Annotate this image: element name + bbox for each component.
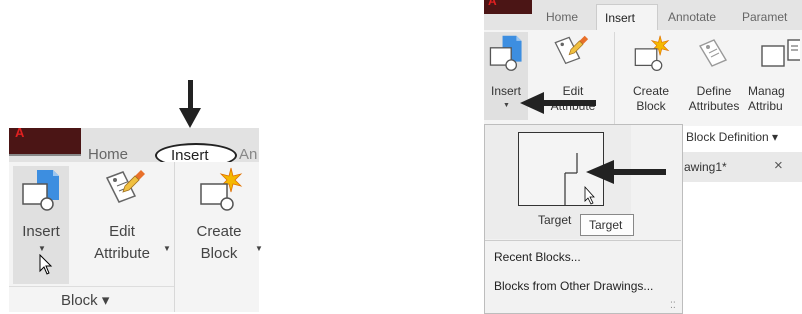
manage-attributes-label-line1: Manag <box>748 84 785 98</box>
block-definition-panel-title[interactable]: Block Definition ▾ <box>686 130 778 144</box>
tab-insert[interactable]: Insert <box>596 4 658 30</box>
chevron-down-icon: ▼ <box>163 244 171 253</box>
tooltip-text: Target <box>589 218 623 232</box>
tab-parametric[interactable]: Paramet <box>742 10 787 24</box>
annotation-left-arrow-icon <box>520 92 596 114</box>
chevron-down-icon: ▼ <box>255 244 263 253</box>
define-attributes-label-line1: Define <box>696 84 732 98</box>
application-menu-button[interactable]: A <box>9 125 81 156</box>
define-attributes-label-line2: Attributes <box>688 99 740 113</box>
tab-home[interactable]: Home <box>546 10 578 24</box>
block-thumbnail-label: Target <box>538 213 572 227</box>
create-block-label-line2: Block <box>200 245 238 262</box>
close-icon[interactable]: × <box>774 157 783 174</box>
insert-block-icon <box>489 35 522 71</box>
chevron-down-icon: ▼ <box>38 244 46 253</box>
application-menu-button[interactable]: A <box>484 0 532 14</box>
define-attributes-button[interactable]: Define Attributes <box>684 32 744 120</box>
annotation-down-arrow-icon <box>179 80 201 128</box>
create-block-icon <box>200 167 243 211</box>
insert-label: Insert <box>22 223 60 240</box>
insert-block-icon <box>22 170 59 211</box>
manage-attributes-label-line2: Attribu <box>748 99 783 113</box>
create-block-icon <box>634 35 670 71</box>
block-panel-title-label: Block ▾ <box>61 292 110 309</box>
manage-attributes-icon <box>761 39 800 67</box>
menu-item-recent-blocks[interactable]: Recent Blocks... <box>494 250 581 264</box>
tab-annotate[interactable]: An <box>239 146 257 163</box>
panel-separator <box>174 162 175 312</box>
drawing-tab-label: awing1* <box>684 160 727 174</box>
create-block-label-line1: Create <box>632 84 670 98</box>
define-attributes-icon <box>698 39 728 67</box>
edit-attribute-icon <box>554 35 589 65</box>
manage-attributes-button[interactable]: Manag Attribu <box>746 32 802 120</box>
app-logo-text: A <box>15 125 26 140</box>
edit-attribute-label-line2: Attribute <box>94 245 150 262</box>
create-block-button[interactable]: Create Block ▼ <box>181 166 263 284</box>
annotation-left-arrow-icon <box>586 160 666 184</box>
panel-separator <box>614 32 615 124</box>
block-panel-title[interactable]: Block ▾ <box>9 286 174 313</box>
tab-home[interactable]: Home <box>88 146 128 163</box>
tab-annotate[interactable]: Annotate <box>668 10 716 24</box>
chevron-down-icon: ▼ <box>503 102 510 109</box>
menu-item-blocks-from-other-drawings[interactable]: Blocks from Other Drawings... <box>494 279 653 293</box>
left-ribbon-excerpt: A Home Insert An Insert ▼ Edit Attribute… <box>9 125 263 313</box>
right-ribbon-excerpt: A Home Insert Annotate Paramet Insert ▼ … <box>484 0 802 314</box>
edit-attribute-icon <box>105 170 145 203</box>
mouse-cursor-icon <box>39 254 53 275</box>
edit-attribute-label-line1: Edit <box>109 223 135 240</box>
create-block-label-line1: Create <box>196 223 242 240</box>
create-block-label-line2: Block <box>636 99 666 113</box>
tab-insert-label: Insert <box>605 11 636 25</box>
tooltip: Target <box>580 214 634 236</box>
create-block-button[interactable]: Create Block <box>620 32 682 120</box>
app-logo-text: A <box>488 0 497 8</box>
resize-grip-icon[interactable]: ⁚⁚ <box>670 300 676 311</box>
menu-divider <box>485 240 681 241</box>
insert-button[interactable]: Insert ▼ <box>13 166 69 284</box>
edit-attribute-button[interactable]: Edit Attribute ▼ <box>79 166 171 284</box>
